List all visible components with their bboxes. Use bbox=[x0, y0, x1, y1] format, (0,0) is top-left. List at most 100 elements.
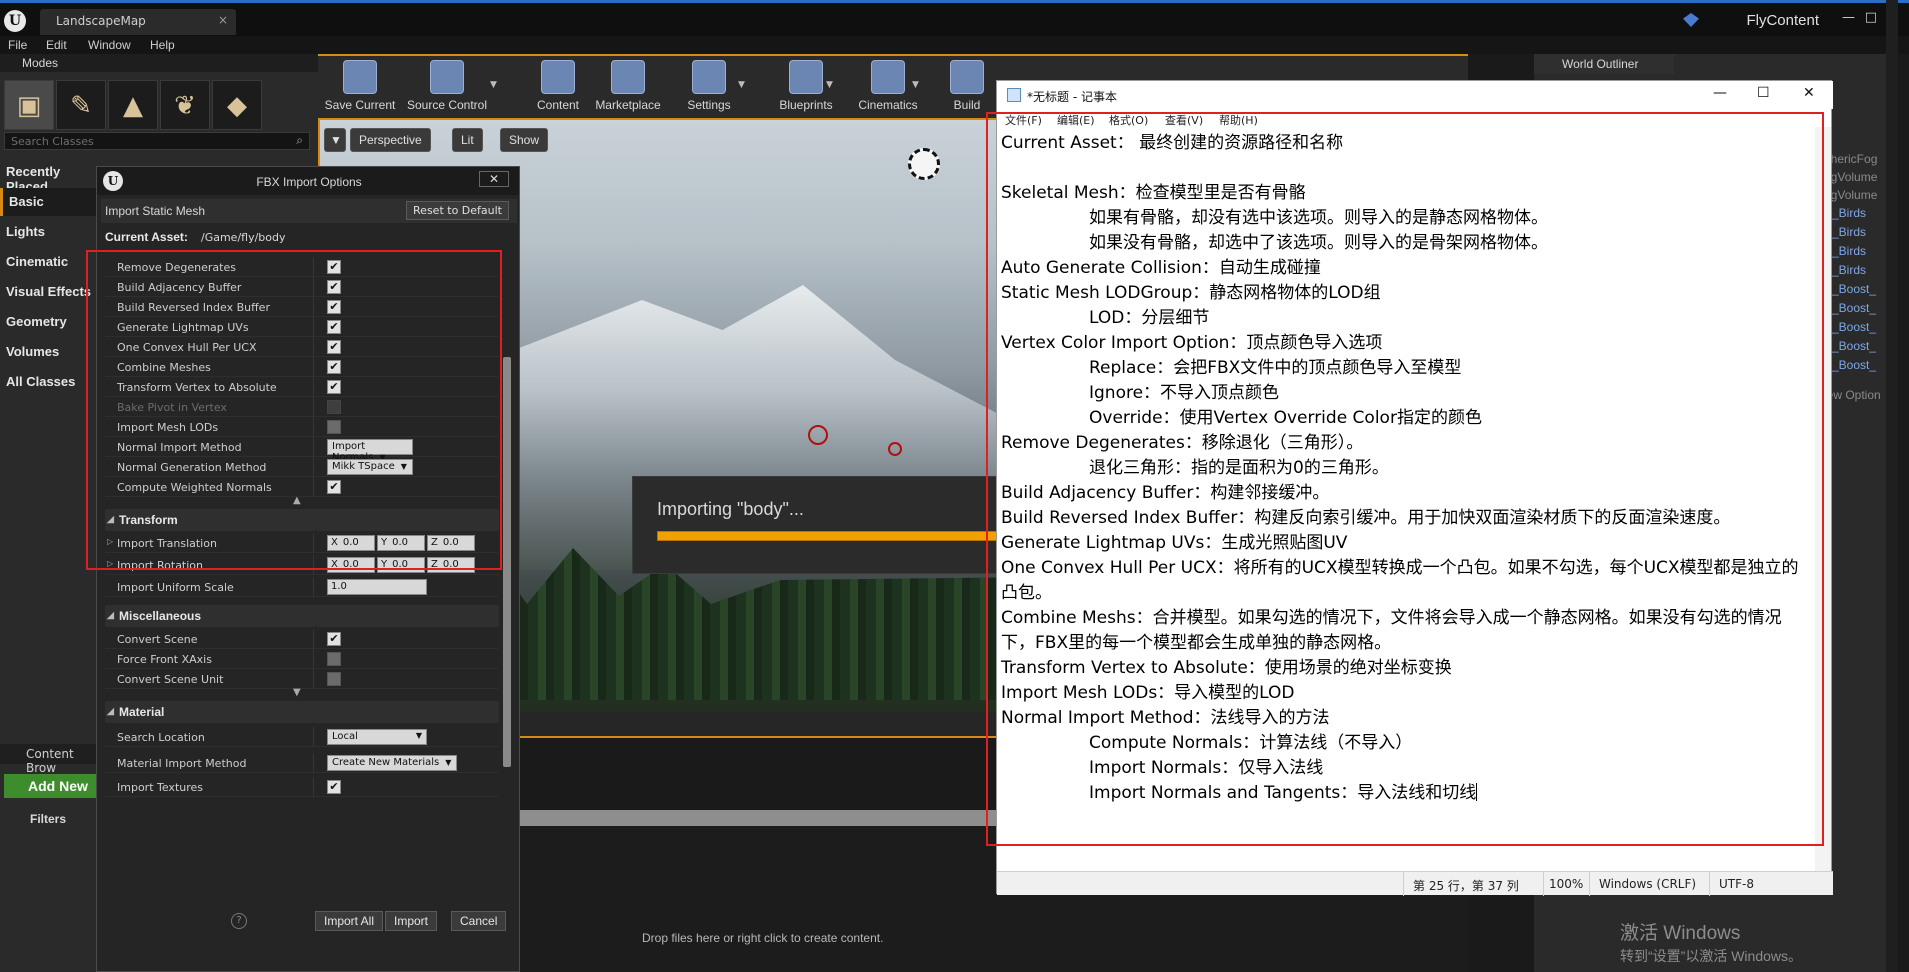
cancel-button[interactable]: Cancel bbox=[451, 911, 507, 931]
notepad-titlebar: *无标题 - 记事本 — ☐ ✕ bbox=[997, 81, 1833, 109]
np-menu-help[interactable]: 帮助(H) bbox=[1219, 112, 1258, 128]
search-location-select[interactable]: Local ▼ bbox=[327, 729, 427, 745]
lit-button[interactable]: Lit bbox=[452, 128, 483, 152]
np-menu-file[interactable]: 文件(F) bbox=[1005, 112, 1042, 128]
marketplace-button[interactable]: Marketplace bbox=[590, 58, 666, 116]
category-recently-placed[interactable]: Recently Placed bbox=[0, 158, 100, 194]
import-type-label: Import Static Mesh bbox=[105, 204, 206, 218]
translation-z-field[interactable]: Z 0.0 bbox=[427, 535, 475, 551]
paint-mode-icon[interactable]: ✎ bbox=[56, 80, 106, 130]
show-button[interactable]: Show bbox=[500, 128, 549, 152]
outliner-item[interactable]: phericFog bbox=[1824, 152, 1877, 166]
place-mode-icon[interactable]: ▣ bbox=[4, 80, 54, 130]
category-geometry[interactable]: Geometry bbox=[0, 308, 100, 336]
menu-edit[interactable]: Edit bbox=[46, 38, 67, 52]
notepad-minimize-button[interactable]: — bbox=[1713, 85, 1727, 101]
option-row: Import Uniform Scale 1.0 bbox=[105, 577, 499, 597]
transform-vertex-checkbox[interactable]: ✔ bbox=[327, 380, 341, 394]
outliner-scrollbar[interactable] bbox=[1886, 0, 1898, 972]
notepad-maximize-button[interactable]: ☐ bbox=[1757, 85, 1770, 101]
menu-window[interactable]: Window bbox=[88, 38, 131, 52]
target-point-icon bbox=[888, 442, 902, 456]
expand-icon[interactable]: ▷ bbox=[107, 559, 113, 568]
import-button[interactable]: Import bbox=[385, 911, 438, 931]
uniform-scale-field[interactable]: 1.0 bbox=[327, 579, 427, 595]
ue-maximize-button[interactable]: □ bbox=[1865, 10, 1877, 25]
reset-to-default-button[interactable]: Reset to Default bbox=[406, 201, 509, 220]
world-outliner-tab[interactable]: World Outliner bbox=[1534, 54, 1674, 74]
notepad-text-area[interactable]: Current Asset： 最终创建的资源路径和名称 Skeletal Mes… bbox=[1001, 131, 1813, 861]
viewport-options-icon[interactable]: ▼ bbox=[324, 128, 346, 152]
add-new-button[interactable]: Add New bbox=[4, 774, 100, 798]
convert-scene-checkbox[interactable]: ✔ bbox=[327, 632, 341, 646]
normal-import-method-select[interactable]: Import Normals ▼ bbox=[327, 439, 413, 463]
remove-degenerates-checkbox[interactable]: ✔ bbox=[327, 260, 341, 274]
outliner-item[interactable]: ngVolume bbox=[1824, 188, 1877, 202]
notepad-scrollbar[interactable] bbox=[1815, 127, 1831, 871]
build-button[interactable]: Build bbox=[942, 58, 992, 116]
rotation-z-field[interactable]: Z 0.0 bbox=[427, 557, 475, 573]
help-icon[interactable]: ? bbox=[231, 913, 247, 929]
expand-icon[interactable]: ▷ bbox=[107, 537, 113, 546]
menu-help[interactable]: Help bbox=[150, 38, 175, 52]
modes-tab[interactable]: Modes bbox=[0, 54, 318, 72]
settings-button[interactable]: Settings bbox=[678, 58, 740, 116]
landscape-mode-icon[interactable]: ▲ bbox=[108, 80, 158, 130]
material-import-method-select[interactable]: Create New Materials ▼ bbox=[327, 755, 457, 771]
content-button[interactable]: Content bbox=[528, 58, 588, 116]
source-control-button[interactable]: Source Control bbox=[404, 58, 490, 116]
category-cinematic[interactable]: Cinematic bbox=[0, 248, 100, 276]
np-menu-edit[interactable]: 编辑(E) bbox=[1057, 112, 1095, 128]
view-options-button[interactable]: iew Option bbox=[1824, 388, 1881, 402]
category-lights[interactable]: Lights bbox=[0, 218, 100, 246]
scroll-down-icon[interactable]: ▼ bbox=[293, 687, 301, 698]
options-scrollbar[interactable] bbox=[503, 357, 511, 767]
close-icon[interactable]: ✕ bbox=[479, 171, 509, 187]
geometry-mode-icon[interactable]: ◆ bbox=[212, 80, 262, 130]
outliner-item[interactable]: ngVolume bbox=[1824, 170, 1877, 184]
build-adjacency-buffer-checkbox[interactable]: ✔ bbox=[327, 280, 341, 294]
import-textures-checkbox[interactable]: ✔ bbox=[327, 780, 341, 794]
notepad-close-button[interactable]: ✕ bbox=[1803, 85, 1815, 101]
material-section-header[interactable]: ◢ Material bbox=[105, 701, 499, 723]
category-basic[interactable]: Basic bbox=[0, 188, 100, 216]
translation-x-field[interactable]: X 0.0 bbox=[327, 535, 375, 551]
foliage-mode-icon[interactable]: ❦ bbox=[160, 80, 210, 130]
axis-value: 0.0 bbox=[442, 537, 459, 548]
content-browser-tab[interactable]: Content Brow bbox=[0, 744, 100, 775]
settings-icon bbox=[692, 60, 726, 94]
generate-lightmap-uvs-checkbox[interactable]: ✔ bbox=[327, 320, 341, 334]
combine-meshes-checkbox[interactable]: ✔ bbox=[327, 360, 341, 374]
build-reversed-index-buffer-checkbox[interactable]: ✔ bbox=[327, 300, 341, 314]
compute-weighted-normals-checkbox[interactable]: ✔ bbox=[327, 480, 341, 494]
scroll-up-icon[interactable]: ▲ bbox=[293, 495, 301, 506]
translation-y-field[interactable]: Y 0.0 bbox=[377, 535, 425, 551]
import-all-button[interactable]: Import All bbox=[315, 911, 384, 931]
transform-section-header[interactable]: ◢ Transform bbox=[105, 509, 499, 531]
settings-dropdown-icon[interactable]: ▼ bbox=[738, 80, 745, 90]
perspective-button[interactable]: Perspective bbox=[350, 128, 431, 152]
import-mesh-lods-checkbox[interactable] bbox=[327, 420, 341, 434]
level-tab[interactable]: LandscapeMap × bbox=[40, 9, 236, 35]
convert-scene-unit-checkbox[interactable] bbox=[327, 672, 341, 686]
save-current-button[interactable]: Save Current bbox=[322, 58, 398, 116]
cinematics-dropdown-icon[interactable]: ▼ bbox=[912, 80, 919, 90]
np-menu-format[interactable]: 格式(O) bbox=[1109, 112, 1148, 128]
rotation-x-field[interactable]: X 0.0 bbox=[327, 557, 375, 573]
category-all-classes[interactable]: All Classes bbox=[0, 368, 100, 396]
blueprints-dropdown-icon[interactable]: ▼ bbox=[826, 80, 833, 90]
one-convex-hull-checkbox[interactable]: ✔ bbox=[327, 340, 341, 354]
search-classes-input[interactable]: Search Classes ⌕ bbox=[4, 132, 310, 150]
menu-file[interactable]: File bbox=[8, 38, 27, 52]
misc-section-header[interactable]: ◢ Miscellaneous bbox=[105, 605, 499, 627]
np-menu-view[interactable]: 查看(V) bbox=[1165, 112, 1203, 128]
filters-button[interactable]: Filters bbox=[30, 812, 66, 826]
force-front-xaxis-checkbox[interactable] bbox=[327, 652, 341, 666]
rotation-y-field[interactable]: Y 0.0 bbox=[377, 557, 425, 573]
ue-minimize-button[interactable]: — bbox=[1842, 10, 1855, 25]
tab-close-icon[interactable]: × bbox=[218, 13, 228, 27]
source-control-dropdown-icon[interactable]: ▼ bbox=[490, 80, 497, 90]
category-visual-effects[interactable]: Visual Effects bbox=[0, 278, 100, 306]
category-volumes[interactable]: Volumes bbox=[0, 338, 100, 366]
normal-generation-method-select[interactable]: Mikk TSpace ▼ bbox=[327, 459, 413, 475]
